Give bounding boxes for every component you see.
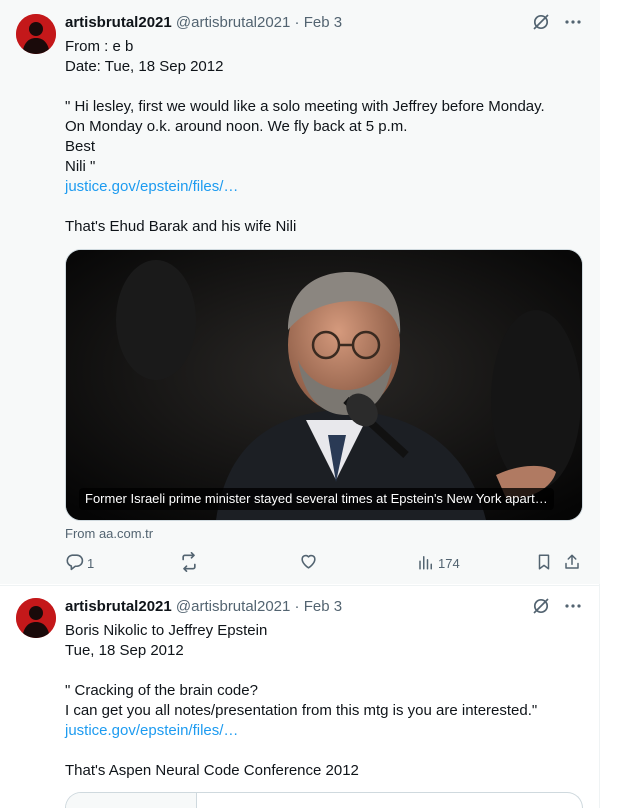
portrait-photo xyxy=(66,250,582,520)
tweet-line: Date: Tue, 18 Sep 2012 xyxy=(65,58,224,75)
reply-icon xyxy=(65,552,84,574)
avatar[interactable] xyxy=(16,598,56,638)
avatar[interactable] xyxy=(16,14,56,54)
author-handle[interactable]: @artisbrutal2021 xyxy=(176,14,290,31)
tweet-line xyxy=(65,77,585,97)
tweet-date[interactable]: Feb 3 xyxy=(304,598,342,615)
like-button[interactable] xyxy=(299,551,318,575)
grok-icon[interactable] xyxy=(532,13,550,37)
reply-button[interactable]: 1 xyxy=(65,551,94,575)
share-icon xyxy=(563,553,581,574)
tweet-header: artisbrutal2021 @artisbrutal2021 · Feb 3 xyxy=(65,597,582,617)
tweet-link[interactable]: justice.gov/epstein/files/… xyxy=(65,177,585,197)
tweet-line: Nili " xyxy=(65,158,96,175)
link-card-thumbnail xyxy=(66,793,197,808)
tweet-line xyxy=(65,741,585,761)
tweet-header: artisbrutal2021 @artisbrutal2021 · Feb 3 xyxy=(65,13,582,33)
link-card[interactable] xyxy=(65,792,583,808)
link-card-image[interactable]: Former Israeli prime minister stayed sev… xyxy=(65,249,583,521)
tweet-line: " Cracking of the brain code? xyxy=(65,682,258,699)
tweet-link[interactable]: justice.gov/epstein/files/… xyxy=(65,721,585,741)
separator: · xyxy=(294,598,300,615)
retweet-icon xyxy=(179,551,199,575)
tweet-line: Best xyxy=(65,138,96,155)
tweet-line: I can get you all notes/presentation fro… xyxy=(65,702,538,719)
separator: · xyxy=(294,14,300,31)
tweet-line xyxy=(65,197,585,217)
tweet-line: Tue, 18 Sep 2012 xyxy=(65,642,184,659)
views-icon xyxy=(417,553,435,574)
author-name[interactable]: artisbrutal2021 xyxy=(65,14,172,31)
reply-count: 1 xyxy=(87,555,95,571)
views-count: 174 xyxy=(438,555,460,571)
tweet-date[interactable]: Feb 3 xyxy=(304,14,342,31)
tweet-line: That's Aspen Neural Code Conference 2012 xyxy=(65,762,359,779)
share-button[interactable] xyxy=(563,551,581,575)
views-button[interactable]: 174 xyxy=(417,551,460,575)
tweet[interactable]: artisbrutal2021 @artisbrutal2021 · Feb 3… xyxy=(0,0,600,584)
tweet-actions: 1 174 xyxy=(65,551,585,575)
bookmark-icon xyxy=(535,553,553,574)
tweet-line: On Monday o.k. around noon. We fly back … xyxy=(65,118,408,135)
timeline: artisbrutal2021 @artisbrutal2021 · Feb 3… xyxy=(0,0,600,808)
tweet-line: Boris Nikolic to Jeffrey Epstein xyxy=(65,622,268,639)
tweet[interactable]: artisbrutal2021 @artisbrutal2021 · Feb 3… xyxy=(0,585,600,808)
tweet-text: From : e b Date: Tue, 18 Sep 2012 " Hi l… xyxy=(65,37,585,237)
more-icon[interactable] xyxy=(564,13,582,37)
like-icon xyxy=(299,552,318,574)
author-handle[interactable]: @artisbrutal2021 xyxy=(176,598,290,615)
link-source[interactable]: From aa.com.tr xyxy=(65,526,153,542)
grok-icon[interactable] xyxy=(532,597,550,621)
more-icon[interactable] xyxy=(564,597,582,621)
tweet-text: Boris Nikolic to Jeffrey Epstein Tue, 18… xyxy=(65,621,585,781)
author-name[interactable]: artisbrutal2021 xyxy=(65,598,172,615)
bookmark-button[interactable] xyxy=(535,551,553,575)
tweet-line: From : e b xyxy=(65,38,134,55)
tweet-line xyxy=(65,661,585,681)
tweet-line: That's Ehud Barak and his wife Nili xyxy=(65,218,297,235)
tweet-line: " Hi lesley, first we would like a solo … xyxy=(65,98,545,115)
retweet-button[interactable] xyxy=(179,551,199,575)
media-caption: Former Israeli prime minister stayed sev… xyxy=(79,488,554,510)
scrollbar-track[interactable] xyxy=(600,0,625,808)
